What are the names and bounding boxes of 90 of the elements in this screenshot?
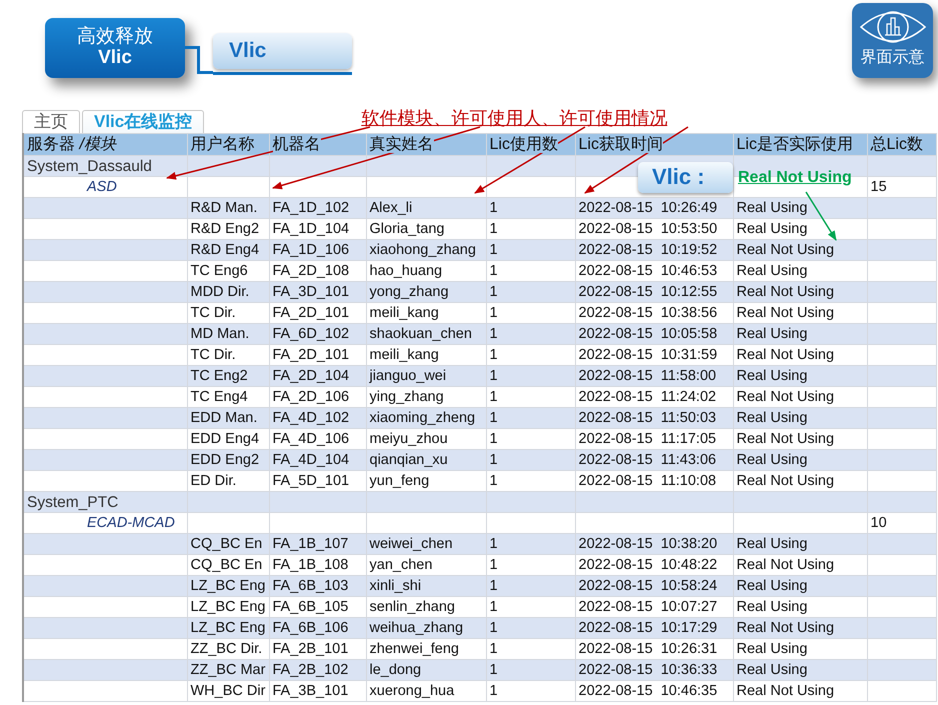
table-cell: FA_3B_101	[269, 680, 366, 702]
table-cell: EDD Eng2	[187, 450, 269, 470]
table-cell: 2022-08-15 10:58:24	[575, 576, 733, 596]
table-cell: Real Not Using	[733, 680, 867, 702]
table-cell: EDD Man.	[187, 408, 269, 428]
table-cell: 1	[486, 324, 575, 344]
table-cell: jianguo_wei	[366, 366, 486, 386]
table-cell: Real Not Using	[733, 618, 867, 638]
table-cell: 2022-08-15 10:26:49	[575, 198, 733, 218]
table-cell: R&D Man.	[187, 198, 269, 218]
callout-box: Vlic :	[638, 162, 733, 193]
table-cell: Real Using	[733, 408, 867, 428]
table-cell: 1	[486, 680, 575, 702]
table-cell: 2022-08-15 10:12:55	[575, 282, 733, 302]
table-cell: 1	[486, 450, 575, 470]
badge: 界面示意	[852, 3, 933, 78]
table-cell: LZ_BC Eng	[187, 576, 269, 596]
table-cell: CQ_BC En	[187, 534, 269, 554]
table-cell: 2022-08-15 10:38:20	[575, 534, 733, 554]
table-cell: 2022-08-15 10:46:35	[575, 680, 733, 702]
table-cell: FA_1D_102	[269, 198, 366, 218]
table-cell: MDD Dir.	[187, 282, 269, 302]
column-header: 机器名	[269, 134, 366, 156]
tab[interactable]: 主页	[22, 110, 80, 133]
annotation-text: 软件模块、许可使用人、许可使用情况	[361, 107, 668, 129]
column-header: Lic是否实际使用	[733, 134, 867, 156]
table-cell: 1	[486, 618, 575, 638]
table-cell: FA_2D_104	[269, 366, 366, 386]
table-cell: System_Dassauld	[23, 156, 187, 176]
table-cell: shaokuan_chen	[366, 324, 486, 344]
table-cell: 1	[486, 576, 575, 596]
table-cell: System_PTC	[23, 492, 187, 512]
table-cell: FA_6B_106	[269, 618, 366, 638]
table-cell: qianqian_xu	[366, 450, 486, 470]
table-cell: 1	[486, 408, 575, 428]
table-cell: MD Man.	[187, 324, 269, 344]
table-cell: 1	[486, 534, 575, 554]
table-cell: xinli_shi	[366, 576, 486, 596]
table-cell: Alex_li	[366, 198, 486, 218]
table-cell: ZZ_BC Mar	[187, 660, 269, 680]
column-header: 真实姓名	[366, 134, 486, 156]
table-cell: Real Not Using	[733, 240, 867, 260]
column-header: 服务器 /模块	[23, 134, 187, 156]
table-cell: Real Using	[733, 324, 867, 344]
table-cell: FA_4D_102	[269, 408, 366, 428]
table-cell: FA_6D_102	[269, 324, 366, 344]
table-cell: yong_zhang	[366, 282, 486, 302]
table-cell: WH_BC Dir	[187, 680, 269, 702]
table-cell: Real Using	[733, 198, 867, 218]
table-cell: LZ_BC Eng	[187, 618, 269, 638]
table-cell: FA_1D_106	[269, 240, 366, 260]
table-cell: FA_2B_102	[269, 660, 366, 680]
column-header: Lic使用数	[486, 134, 575, 156]
table-cell: Real Using	[733, 576, 867, 596]
column-header: 用户名称	[187, 134, 269, 156]
table-cell: Real Using	[733, 534, 867, 554]
table-cell: Real Using	[733, 660, 867, 680]
table-cell: 1	[486, 198, 575, 218]
table-cell: 2022-08-15 10:36:33	[575, 660, 733, 680]
table-cell: FA_3D_101	[269, 282, 366, 302]
table-cell: Real Not Using	[733, 282, 867, 302]
table-cell: 2022-08-15 10:05:58	[575, 324, 733, 344]
table-cell: xiaohong_zhang	[366, 240, 486, 260]
table-cell: weihua_zhang	[366, 618, 486, 638]
column-header: Lic获取时间	[575, 134, 733, 156]
table-cell: FA_4D_104	[269, 450, 366, 470]
table-cell: Real Using	[733, 366, 867, 386]
table-cell: 2022-08-15 10:19:52	[575, 240, 733, 260]
table-cell: R&D Eng4	[187, 240, 269, 260]
table-cell: 2022-08-15 10:17:29	[575, 618, 733, 638]
table-cell: weiwei_chen	[366, 534, 486, 554]
arrow	[805, 192, 837, 241]
table-cell: 1	[486, 240, 575, 260]
table-cell: le_dong	[366, 660, 486, 680]
table-cell: 1	[486, 282, 575, 302]
title-box: 高效释放 Vlic	[45, 18, 185, 78]
table-cell: 2022-08-15 11:43:06	[575, 450, 733, 470]
table-cell: xuerong_hua	[366, 680, 486, 702]
table-cell: FA_1B_107	[269, 534, 366, 554]
table-cell: Real Using	[733, 450, 867, 470]
callout-note: Real Not Using	[738, 168, 852, 188]
table-cell: 1	[486, 366, 575, 386]
table-cell: 2022-08-15 11:50:03	[575, 408, 733, 428]
table-cell: xiaoming_zheng	[366, 408, 486, 428]
subtitle-box: Vlic	[213, 33, 352, 69]
column-header: 总Lic数	[867, 134, 936, 156]
table-cell: FA_6B_103	[269, 576, 366, 596]
table-cell: TC Eng2	[187, 366, 269, 386]
table-cell: 2022-08-15 11:58:00	[575, 366, 733, 386]
table-cell: 1	[486, 660, 575, 680]
